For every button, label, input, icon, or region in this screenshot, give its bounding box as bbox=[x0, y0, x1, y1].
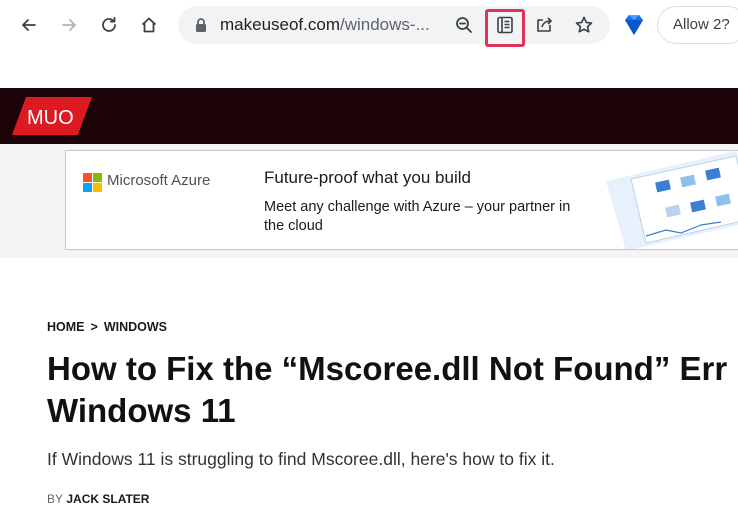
lock-icon[interactable] bbox=[192, 16, 210, 34]
extension-icon[interactable] bbox=[621, 12, 647, 38]
site-header: MUO bbox=[0, 88, 738, 144]
author-link[interactable]: JACK SLATER bbox=[66, 492, 149, 506]
reading-mode-button[interactable] bbox=[492, 12, 518, 38]
muo-logo[interactable]: MUO bbox=[12, 97, 92, 135]
logo-text: MUO bbox=[27, 107, 74, 129]
byline-prefix: BY bbox=[47, 492, 64, 506]
breadcrumb-home[interactable]: HOME bbox=[47, 320, 85, 334]
article-title: How to Fix the “Mscoree.dll Not Found” E… bbox=[47, 348, 738, 432]
breadcrumb: HOME > WINDOWS bbox=[47, 320, 167, 334]
ad-banner[interactable]: Microsoft Azure Future-proof what you bu… bbox=[65, 150, 738, 250]
forward-button[interactable] bbox=[53, 9, 85, 41]
ad-body: Meet any challenge with Azure – your par… bbox=[264, 199, 571, 234]
back-button[interactable] bbox=[13, 9, 45, 41]
share-button[interactable] bbox=[532, 12, 558, 38]
allow-button[interactable]: Allow 2? bbox=[657, 6, 738, 44]
article-subtitle: If Windows 11 is struggling to find Msco… bbox=[47, 449, 555, 469]
article-title-line1: How to Fix the “Mscoree.dll Not Found” E… bbox=[47, 350, 728, 387]
forward-icon bbox=[62, 19, 76, 31]
zoom-icon bbox=[456, 17, 472, 33]
address-bar[interactable]: makeuseof.com/windows-... bbox=[178, 6, 610, 47]
url-path: /windows-... bbox=[340, 15, 430, 34]
star-icon bbox=[575, 16, 593, 33]
browser-toolbar: makeuseof.com/windows-... Allow 2? bbox=[0, 0, 738, 50]
bookmark-button[interactable] bbox=[571, 12, 597, 38]
ad-brand: Microsoft Azure bbox=[107, 172, 211, 189]
zoom-button[interactable] bbox=[451, 12, 477, 38]
breadcrumb-windows[interactable]: WINDOWS bbox=[104, 320, 167, 334]
share-icon bbox=[537, 17, 552, 32]
ad-title: Future-proof what you build bbox=[264, 168, 471, 187]
article-title-line2: Windows 11 bbox=[47, 392, 236, 429]
page-top-strip bbox=[0, 50, 738, 88]
breadcrumb-separator: > bbox=[90, 320, 98, 334]
home-icon bbox=[141, 17, 157, 33]
reading-mode-icon bbox=[497, 16, 513, 34]
microsoft-logo-icon bbox=[83, 173, 102, 192]
ad-container: Microsoft Azure Future-proof what you bu… bbox=[0, 144, 738, 258]
home-button[interactable] bbox=[133, 9, 165, 41]
url-host: makeuseof.com bbox=[220, 15, 340, 34]
dashboard-illustration bbox=[606, 151, 738, 249]
reload-icon bbox=[102, 16, 116, 32]
url-text[interactable]: makeuseof.com/windows-... bbox=[220, 15, 430, 35]
reload-button[interactable] bbox=[93, 9, 125, 41]
back-icon bbox=[22, 19, 36, 31]
byline: BY JACK SLATER bbox=[47, 492, 149, 506]
